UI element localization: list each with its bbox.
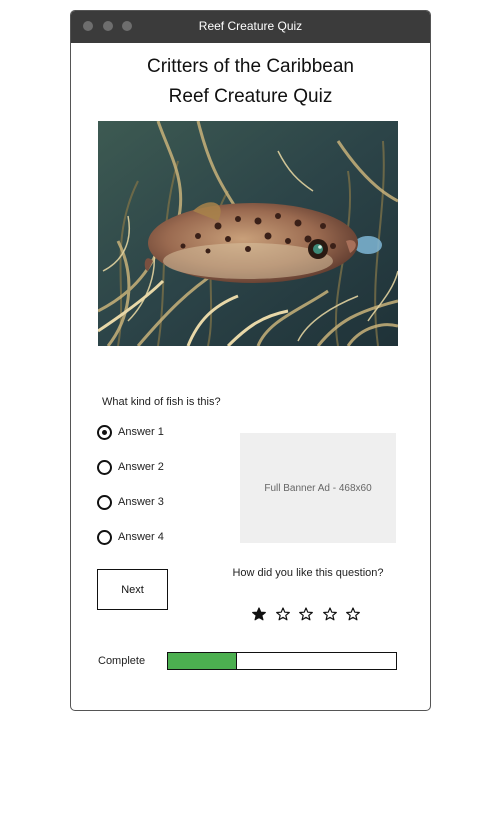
next-button[interactable]: Next — [97, 569, 168, 610]
answer-label: Answer 4 — [118, 531, 164, 543]
progress-label: Complete — [98, 655, 146, 667]
answer-option-3[interactable]: Answer 3 — [97, 493, 164, 511]
question-text: What kind of fish is this? — [102, 396, 221, 408]
banner-ad[interactable]: Full Banner Ad - 468x60 — [240, 433, 396, 543]
progress-bar — [167, 652, 397, 670]
answer-option-2[interactable]: Answer 2 — [97, 458, 164, 476]
quiz-title: Critters of the Caribbean — [147, 56, 354, 77]
answer-label: Answer 2 — [118, 461, 164, 473]
progress-fill — [168, 653, 238, 669]
banner-ad-label: Full Banner Ad - 468x60 — [264, 482, 372, 494]
quiz-subtitle: Reef Creature Quiz — [168, 86, 333, 107]
fish-photo — [98, 121, 398, 346]
star-rating[interactable] — [252, 607, 370, 621]
star-outline-icon[interactable] — [299, 607, 313, 621]
quiz-window: Reef Creature Quiz Critters of the Carib… — [70, 10, 431, 711]
rating-question: How did you like this question? — [232, 567, 384, 579]
answer-label: Answer 1 — [118, 426, 164, 438]
answer-label: Answer 3 — [118, 496, 164, 508]
window-title: Reef Creature Quiz — [198, 19, 303, 33]
radio-button[interactable] — [97, 529, 112, 545]
radio-button-selected[interactable] — [97, 424, 112, 440]
radio-button[interactable] — [97, 459, 112, 475]
star-outline-icon[interactable] — [322, 607, 337, 621]
answer-option-1[interactable]: Answer 1 — [97, 423, 164, 441]
title-bar: Reef Creature Quiz — [71, 11, 430, 43]
star-outline-icon[interactable] — [275, 607, 290, 621]
star-filled-icon[interactable] — [252, 607, 266, 621]
star-outline-icon[interactable] — [346, 607, 360, 621]
answer-option-4[interactable]: Answer 4 — [97, 528, 164, 546]
radio-button[interactable] — [97, 494, 112, 510]
